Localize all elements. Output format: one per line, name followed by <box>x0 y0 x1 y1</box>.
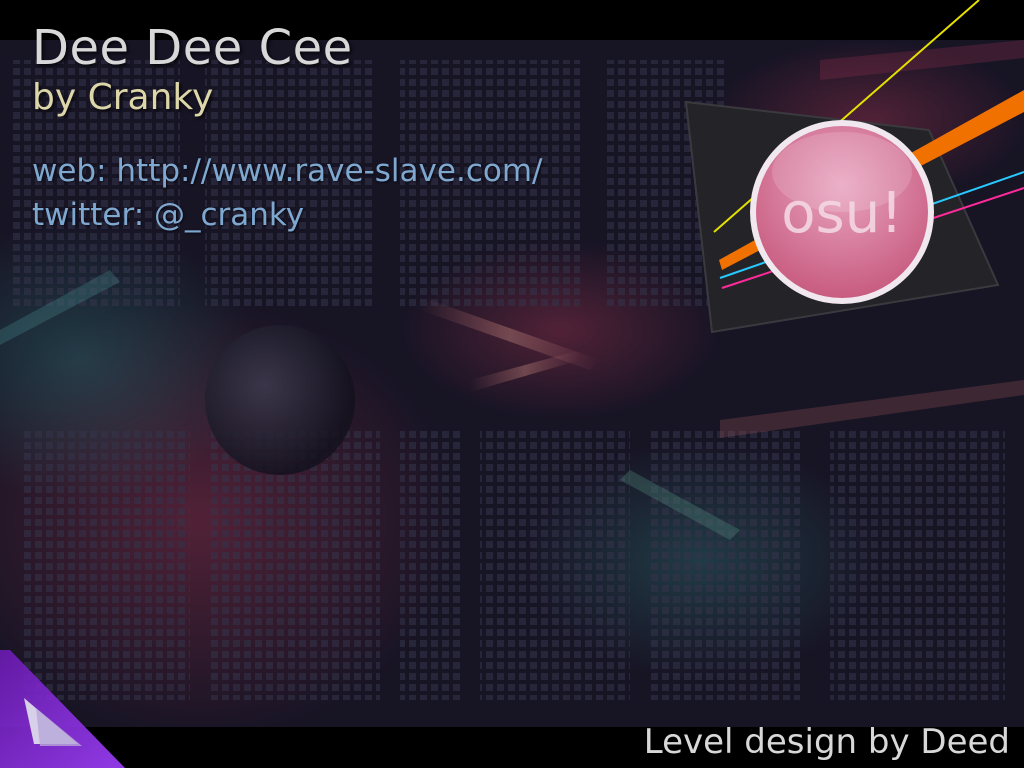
game-screen: Dee Dee Cee by Cranky web: http://www.ra… <box>0 0 1024 768</box>
artist-website: web: http://www.rave-slave.com/ <box>32 153 543 189</box>
song-artist: by Cranky <box>32 77 214 118</box>
corner-badge <box>0 650 125 768</box>
osu-logo: osu! <box>684 0 1024 334</box>
level-design-credit: Level design by Deed <box>643 722 1010 762</box>
logo-text: osu! <box>781 181 902 246</box>
song-title: Dee Dee Cee <box>32 20 353 76</box>
artist-twitter: twitter: @_cranky <box>32 197 305 233</box>
